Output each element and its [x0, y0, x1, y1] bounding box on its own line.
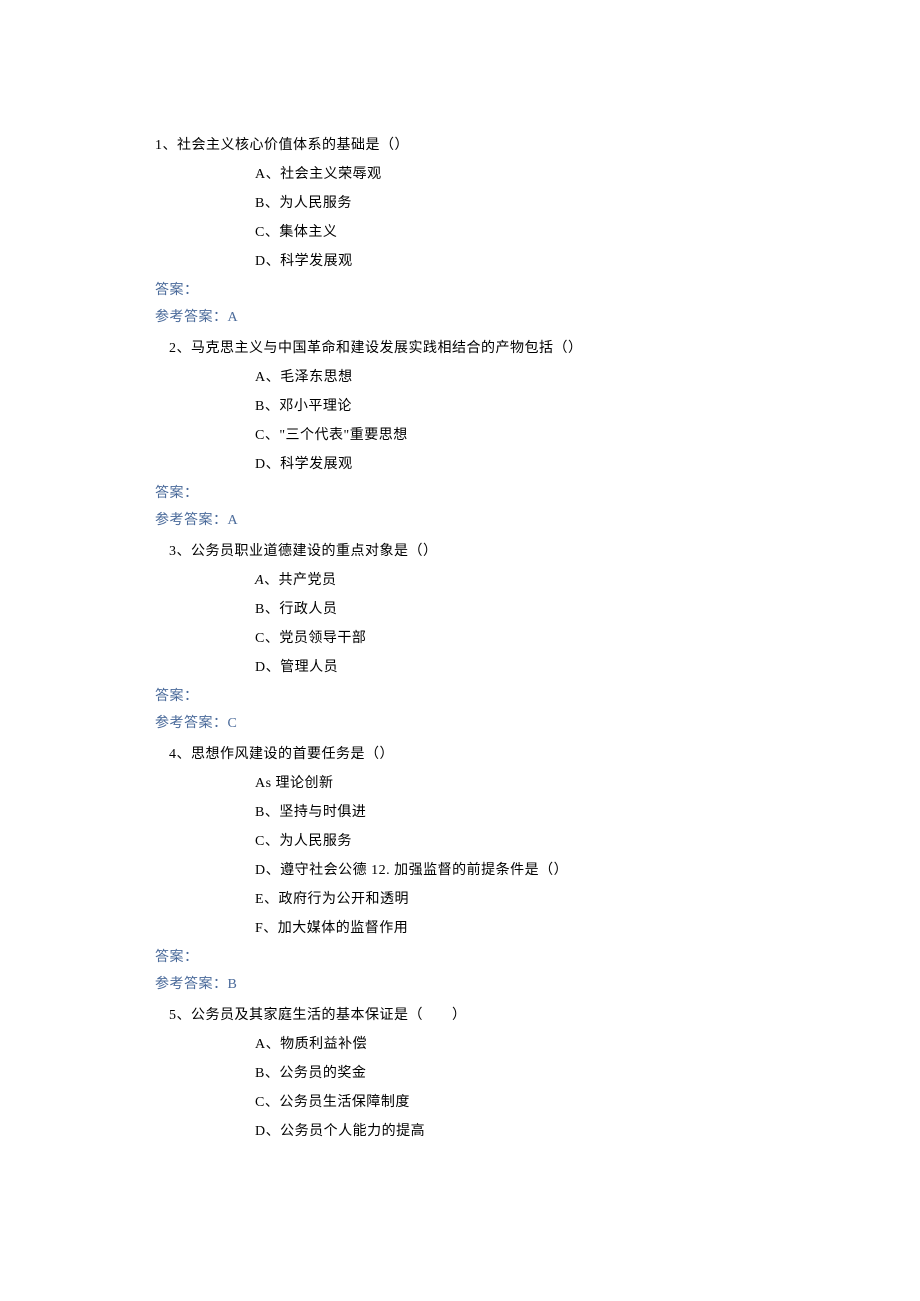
question-3-option-b: B、行政人员 — [255, 599, 765, 620]
question-5-stem: 公务员及其家庭生活的基本保证是（ ） — [191, 1008, 467, 1023]
question-2-options: A、毛泽东思想 B、邓小平理论 C、"三个代表"重要思想 D、科学发展观 — [155, 367, 765, 475]
question-5: 5、公务员及其家庭生活的基本保证是（ ） A、物质利益补偿 B、公务员的奖金 C… — [155, 1005, 765, 1142]
question-5-option-c: C、公务员生活保障制度 — [255, 1092, 765, 1113]
question-4-answer-value: B — [228, 977, 238, 992]
question-2-answer-value: A — [228, 513, 239, 528]
question-4-option-f: F、加大媒体的监督作用 — [255, 918, 765, 939]
question-4-option-e: E、政府行为公开和透明 — [255, 889, 765, 910]
question-3-text: 3、公务员职业道德建设的重点对象是（） — [155, 541, 765, 562]
question-4-answer-label: 答案： — [155, 947, 765, 968]
italic-letter-a: A — [255, 573, 264, 588]
question-2-option-c: C、"三个代表"重要思想 — [255, 425, 765, 446]
question-3-option-a-rest: 、共产党员 — [264, 573, 337, 588]
question-3: 3、公务员职业道德建设的重点对象是（） A、共产党员 B、行政人员 C、党员领导… — [155, 541, 765, 734]
answer-ref-prefix: 参考答案： — [155, 977, 228, 992]
question-3-option-a: A、共产党员 — [255, 570, 765, 591]
question-1: 1、社会主义核心价值体系的基础是（） A、社会主义荣辱观 B、为人民服务 C、集… — [155, 135, 765, 328]
question-1-answer-ref: 参考答案：A — [155, 307, 765, 328]
question-4: 4、思想作风建设的首要任务是（） As 理论创新 B、坚持与时俱进 C、为人民服… — [155, 744, 765, 995]
question-4-answer-ref: 参考答案：B — [155, 974, 765, 995]
question-3-option-d: D、管理人员 — [255, 657, 765, 678]
question-4-stem: 思想作风建设的首要任务是（） — [191, 747, 394, 762]
question-2-number: 2、 — [169, 341, 191, 356]
question-1-stem: 社会主义核心价值体系的基础是（） — [177, 138, 409, 153]
question-3-option-c: C、党员领导干部 — [255, 628, 765, 649]
question-4-options: As 理论创新 B、坚持与时俱进 C、为人民服务 D、遵守社会公德 12. 加强… — [155, 773, 765, 939]
answer-ref-prefix: 参考答案： — [155, 716, 228, 731]
answer-ref-prefix: 参考答案： — [155, 310, 228, 325]
question-1-answer-value: A — [228, 310, 239, 325]
question-1-option-b: B、为人民服务 — [255, 193, 765, 214]
question-1-answer-label: 答案： — [155, 280, 765, 301]
question-2-text: 2、马克思主义与中国革命和建设发展实践相结合的产物包括（） — [155, 338, 765, 359]
question-2-option-b: B、邓小平理论 — [255, 396, 765, 417]
question-2-answer-label: 答案： — [155, 483, 765, 504]
question-3-answer-value: C — [228, 716, 238, 731]
question-2-stem: 马克思主义与中国革命和建设发展实践相结合的产物包括（） — [191, 341, 583, 356]
question-3-answer-label: 答案： — [155, 686, 765, 707]
question-5-text: 5、公务员及其家庭生活的基本保证是（ ） — [155, 1005, 765, 1026]
question-1-text: 1、社会主义核心价值体系的基础是（） — [155, 135, 765, 156]
question-5-option-b: B、公务员的奖金 — [255, 1063, 765, 1084]
question-1-number: 1、 — [155, 138, 177, 153]
question-1-options: A、社会主义荣辱观 B、为人民服务 C、集体主义 D、科学发展观 — [155, 164, 765, 272]
question-1-option-c: C、集体主义 — [255, 222, 765, 243]
question-4-option-a: As 理论创新 — [255, 773, 765, 794]
question-4-option-b: B、坚持与时俱进 — [255, 802, 765, 823]
question-4-option-c: C、为人民服务 — [255, 831, 765, 852]
question-5-option-d: D、公务员个人能力的提高 — [255, 1121, 765, 1142]
question-3-answer-ref: 参考答案：C — [155, 713, 765, 734]
question-4-text: 4、思想作风建设的首要任务是（） — [155, 744, 765, 765]
question-5-option-a: A、物质利益补偿 — [255, 1034, 765, 1055]
question-4-option-d: D、遵守社会公德 12. 加强监督的前提条件是（） — [255, 860, 765, 881]
question-4-number: 4、 — [169, 747, 191, 762]
question-5-number: 5、 — [169, 1008, 191, 1023]
question-3-stem: 公务员职业道德建设的重点对象是（） — [191, 544, 438, 559]
question-5-options: A、物质利益补偿 B、公务员的奖金 C、公务员生活保障制度 D、公务员个人能力的… — [155, 1034, 765, 1142]
question-3-number: 3、 — [169, 544, 191, 559]
answer-ref-prefix: 参考答案： — [155, 513, 228, 528]
question-2-answer-ref: 参考答案：A — [155, 510, 765, 531]
question-3-options: A、共产党员 B、行政人员 C、党员领导干部 D、管理人员 — [155, 570, 765, 678]
question-2: 2、马克思主义与中国革命和建设发展实践相结合的产物包括（） A、毛泽东思想 B、… — [155, 338, 765, 531]
question-2-option-a: A、毛泽东思想 — [255, 367, 765, 388]
question-1-option-a: A、社会主义荣辱观 — [255, 164, 765, 185]
question-2-option-d: D、科学发展观 — [255, 454, 765, 475]
question-1-option-d: D、科学发展观 — [255, 251, 765, 272]
